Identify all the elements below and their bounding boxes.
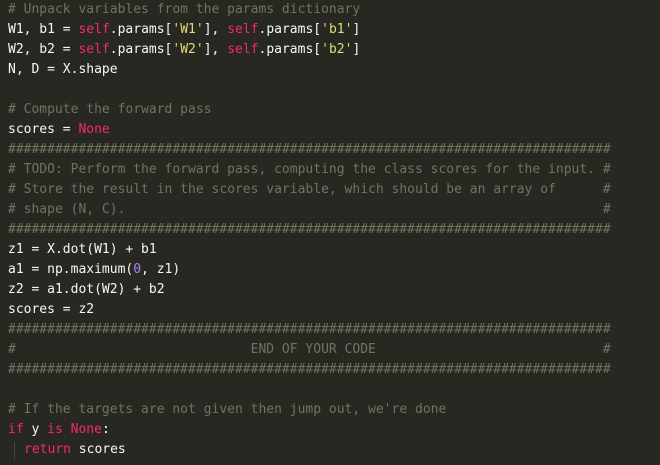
code-token-keyword: return [24,442,71,457]
code-line-comment: # Unpack variables from the params dicti… [8,2,361,17]
code-line: W2, b2 = self.params['W2'], self.params[… [0,40,660,60]
code-token: W2, b2 = [8,42,79,57]
code-line: W1, b1 = self.params['W1'], self.params[… [0,20,660,40]
code-token-string: 'W1' [172,22,204,37]
indent-guide [14,442,15,460]
code-line-comment: # Compute the forward pass [8,102,212,117]
code-token-number: 0 [133,262,142,277]
code-line: scores = None [0,120,660,140]
code-line-comment: ########################################… [8,362,611,377]
code-token-string: 'W2' [172,42,204,57]
code-line-comment: # shape (N, C). # [8,202,611,217]
code-line-comment: # If the targets are not given then jump… [8,402,447,417]
code-line-comment: ########################################… [8,142,611,157]
code-token: ], [203,42,228,57]
code-line-comment: # TODO: Perform the forward pass, comput… [8,162,611,177]
code-token-keyword: None [78,122,110,137]
code-token-self: self [78,42,110,57]
code-line-comment: # Store the result in the scores variabl… [8,182,611,197]
code-token: .params[ [109,42,173,57]
code-token-self: self [227,22,259,37]
code-token-self: self [78,22,110,37]
code-token: .params[ [258,22,322,37]
code-token-keyword: None [70,422,102,437]
code-token: W1, b1 = [8,22,79,37]
code-token: .params[ [109,22,173,37]
code-editor[interactable]: # Unpack variables from the params dicti… [0,0,660,465]
code-line-comment: ########################################… [8,222,611,237]
code-line: a1 = np.maximum(0, z1) [0,260,660,280]
code-line: scores = z2 [8,302,95,317]
code-token: ], [203,22,228,37]
code-line: z1 = X.dot(W1) + b1 [8,242,157,257]
code-token-keyword: if [8,422,24,437]
code-token-keyword: is [47,422,63,437]
code-line: if y is None: [0,420,660,440]
code-token: ] [352,22,361,37]
code-token-string: 'b1' [321,22,353,37]
code-token: : [101,422,110,437]
code-token-string: 'b2' [321,42,353,57]
code-token: scores = [8,122,79,137]
code-token: y [23,422,48,437]
code-line: z2 = a1.dot(W2) + b2 [8,282,165,297]
code-token: .params[ [258,42,322,57]
code-line: return scores [0,440,660,460]
code-line-comment: ########################################… [8,322,611,337]
code-token: scores [70,442,126,457]
code-token: ] [352,42,361,57]
code-token: , z1) [141,262,181,277]
code-token-self: self [227,42,259,57]
code-line-comment: # END OF YOUR CODE # [8,342,611,357]
code-line: N, D = X.shape [8,62,118,77]
code-token: a1 = np.maximum( [8,262,134,277]
